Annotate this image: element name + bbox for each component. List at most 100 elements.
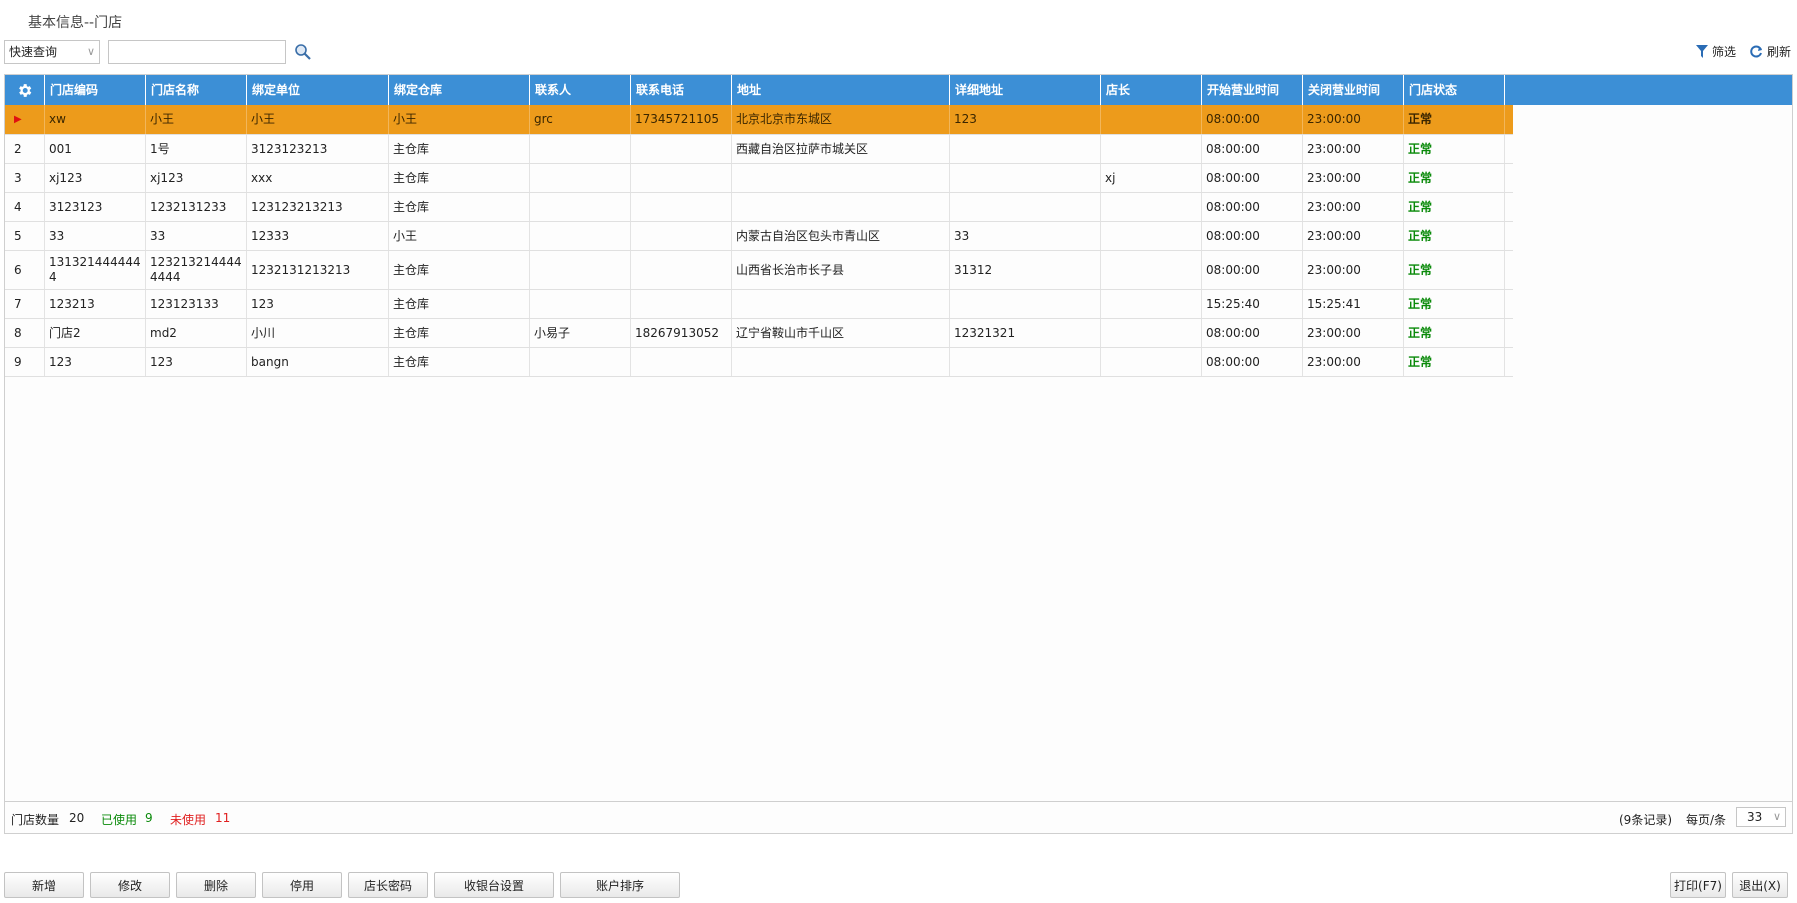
cell-name: 123123133 — [146, 290, 247, 318]
cell-unit: xxx — [247, 164, 389, 192]
exit-button[interactable]: 退出(X) — [1732, 872, 1788, 898]
table-row[interactable]: 2 001 1号 3123123213 主仓库 西藏自治区拉萨市城关区 08:00:00 23… — [5, 135, 1513, 164]
cell-name: xj123 — [146, 164, 247, 192]
cell-status: 正常 — [1404, 222, 1505, 250]
cell-code: 3123123 — [45, 193, 146, 221]
per-page-select[interactable]: 33 ∨ — [1736, 807, 1786, 827]
cell-code: xj123 — [45, 164, 146, 192]
cell-contact — [530, 222, 631, 250]
cell-unit: 1232131213213 — [247, 251, 389, 289]
manager-password-button[interactable]: 店长密码 — [348, 872, 428, 898]
cell-code: 1313214444444 — [45, 251, 146, 289]
cell-name: 33 — [146, 222, 247, 250]
cell-manager — [1101, 290, 1202, 318]
cell-status: 正常 — [1404, 105, 1505, 134]
filter-icon — [1695, 45, 1708, 58]
table-row[interactable]: 9 123 123 bangn 主仓库 08:00:00 23:00:00 正常 — [5, 348, 1513, 377]
delete-button[interactable]: 删除 — [176, 872, 256, 898]
cell-close: 15:25:41 — [1303, 290, 1404, 318]
cell-close: 23:00:00 — [1303, 348, 1404, 376]
table-row[interactable]: 8 门店2 md2 小川 主仓库 小易子 18267913052 辽宁省鞍山市千山区 12321… — [5, 319, 1513, 348]
summary-bar: 门店数量 20 已使用 9 未使用 11 (9条记录) 每页/条 33 ∨ — [5, 801, 1792, 833]
current-row-indicator-icon: ▶ — [14, 114, 22, 125]
table-row[interactable]: 6 1313214444444 1232132144444444 1232131213… — [5, 251, 1513, 290]
cell-detail: 12321321 — [950, 319, 1101, 347]
cell-status: 正常 — [1404, 135, 1505, 163]
column-header[interactable]: 门店名称 — [146, 75, 247, 105]
store-count-label: 门店数量 — [11, 813, 60, 827]
search-icon[interactable] — [294, 43, 312, 61]
cell-manager — [1101, 193, 1202, 221]
cell-name: 1232131233 — [146, 193, 247, 221]
cell-open: 08:00:00 — [1202, 193, 1303, 221]
disable-button[interactable]: 停用 — [262, 872, 342, 898]
account-sort-button[interactable]: 账户排序 — [560, 872, 680, 898]
column-header[interactable]: 关闭营业时间 — [1303, 75, 1404, 105]
cell-close: 23:00:00 — [1303, 222, 1404, 250]
cell-code: 123213 — [45, 290, 146, 318]
column-header[interactable]: 店长 — [1101, 75, 1202, 105]
column-settings-button[interactable] — [5, 75, 45, 105]
cell-unit: 123 — [247, 290, 389, 318]
cell-contact — [530, 135, 631, 163]
cell-status: 正常 — [1404, 193, 1505, 221]
cell-close: 23:00:00 — [1303, 251, 1404, 289]
cell-manager — [1101, 319, 1202, 347]
cell-code: 001 — [45, 135, 146, 163]
cell-close: 23:00:00 — [1303, 319, 1404, 347]
cell-contact — [530, 251, 631, 289]
chevron-down-icon: ∨ — [1772, 810, 1781, 823]
column-header[interactable]: 绑定单位 — [247, 75, 389, 105]
unused-count: 11 — [215, 811, 231, 825]
cell-open: 15:25:40 — [1202, 290, 1303, 318]
row-number: 7 — [5, 290, 45, 318]
refresh-icon — [1750, 45, 1762, 58]
cell-address: 山西省长治市长子县 — [732, 251, 950, 289]
cell-close: 23:00:00 — [1303, 193, 1404, 221]
edit-button[interactable]: 修改 — [90, 872, 170, 898]
column-header[interactable]: 地址 — [732, 75, 950, 105]
column-header[interactable]: 联系电话 — [631, 75, 732, 105]
cell-contact: 小易子 — [530, 319, 631, 347]
table-row[interactable]: 3 xj123 xj123 xxx 主仓库 xj 08:00:00 23:00:00 正常 — [5, 164, 1513, 193]
column-header[interactable]: 联系人 — [530, 75, 631, 105]
cell-warehouse: 主仓库 — [389, 348, 530, 376]
cell-warehouse: 小王 — [389, 105, 530, 134]
cashier-settings-button[interactable]: 收银台设置 — [434, 872, 554, 898]
table-row[interactable]: 5 33 33 12333 小王 内蒙古自治区包头市青山区 33 08:00:00 23:00:… — [5, 222, 1513, 251]
gear-icon — [19, 83, 32, 97]
print-button[interactable]: 打印(F7) — [1670, 872, 1726, 898]
row-number: 6 — [5, 251, 45, 289]
cell-contact: grc — [530, 105, 631, 134]
cell-open: 08:00:00 — [1202, 164, 1303, 192]
records-count: (9条记录) — [1619, 813, 1672, 827]
cell-manager: xj — [1101, 164, 1202, 192]
cell-open: 08:00:00 — [1202, 348, 1303, 376]
query-mode-select[interactable]: 快速查询 ∨ — [4, 40, 100, 64]
table-row[interactable]: 4 3123123 1232131233 123123213213 主仓库 08:00:0… — [5, 193, 1513, 222]
column-header[interactable]: 开始营业时间 — [1202, 75, 1303, 105]
per-page-value: 33 — [1747, 810, 1763, 824]
cell-detail: 33 — [950, 222, 1101, 250]
cell-status: 正常 — [1404, 251, 1505, 289]
column-header[interactable]: 详细地址 — [950, 75, 1101, 105]
page-title: 基本信息--门店 — [28, 15, 123, 31]
cell-address — [732, 193, 950, 221]
cell-warehouse: 主仓库 — [389, 164, 530, 192]
cell-name: 小王 — [146, 105, 247, 134]
cell-manager — [1101, 222, 1202, 250]
column-header[interactable]: 绑定仓库 — [389, 75, 530, 105]
cell-name: 1号 — [146, 135, 247, 163]
column-header[interactable]: 门店编码 — [45, 75, 146, 105]
cell-manager — [1101, 348, 1202, 376]
column-header[interactable]: 门店状态 — [1404, 75, 1505, 105]
cell-address: 西藏自治区拉萨市城关区 — [732, 135, 950, 163]
refresh-label: 刷新 — [1766, 45, 1791, 59]
search-input[interactable] — [108, 40, 286, 64]
add-button[interactable]: 新增 — [4, 872, 84, 898]
cell-contact — [530, 290, 631, 318]
table-row[interactable]: ▶ xw 小王 小王 小王 grc 17345721105 北京北京市东城区 123 08:00:… — [5, 105, 1513, 135]
refresh-button[interactable]: 刷新 — [1750, 43, 1791, 60]
table-row[interactable]: 7 123213 123123133 123 主仓库 15:25:40 15:25:41 正常 — [5, 290, 1513, 319]
filter-button[interactable]: 筛选 — [1695, 43, 1736, 60]
